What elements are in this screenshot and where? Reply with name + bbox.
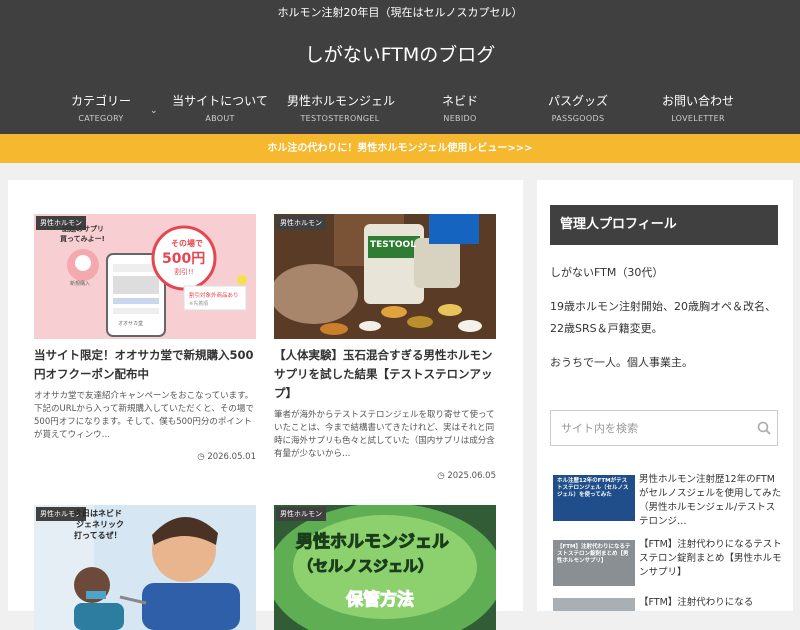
coupon-note: 割引対象外商品あり bbox=[189, 293, 239, 299]
profile-widget-title: 管理人プロフィール bbox=[550, 205, 778, 245]
post-date: ◷ 2026.05.01 bbox=[197, 452, 256, 462]
site-tagline: ホルモン注射20年目（現在はセルノスカプセル） bbox=[277, 6, 523, 19]
post-card[interactable]: 男性ホルモン 男性ホルモンジェル （セルノスジェル） 保管方法 bbox=[274, 505, 496, 630]
nav-label: 男性ホルモンジェル bbox=[287, 94, 396, 108]
recent-post-thumb: ホル注歴12年のFTMがテストステロンジェル（セルノスジェル）を使ってみた bbox=[553, 475, 635, 521]
profile-text: しがないFTM（30代） 19歳ホルモン注射開始、20歳胸オペ＆改名、22歳SR… bbox=[550, 262, 782, 386]
phone-caption: オオサカ堂 bbox=[118, 321, 144, 327]
site-header: ホルモン注射20年目（現在はセルノスカプセル） しがないFTMのブログ カテゴリ… bbox=[0, 0, 800, 134]
post-card[interactable]: TESTOOL 男性ホルモン 【人体実験】玉石混合すぎる男性ホルモンサプリを試し… bbox=[274, 214, 496, 481]
search-box[interactable] bbox=[550, 410, 778, 446]
coupon-text: 割引!! bbox=[174, 268, 194, 276]
thumb-caption: ホル注歴12年のFTMがテストステロンジェル（セルノスジェル）を使ってみた bbox=[557, 478, 629, 498]
nav-label: 当サイトについて bbox=[172, 94, 268, 108]
speech-text: 打ってるぜ！ bbox=[74, 531, 122, 540]
coupon-note: ※先着順 bbox=[189, 301, 209, 307]
thumb-caption: 【FTM】注射代わりになるテストステロン錠剤まとめ【男性ホルモンサプリ】 bbox=[557, 544, 631, 564]
post-card[interactable]: 男性ホルモン 今日はネビド ジェネリック 打ってるぜ！ bbox=[34, 505, 256, 630]
recent-post-item[interactable]: 【FTM】注射代わりになるテストステロン錠剤まとめ【男性ホルモンサプリ】 【FT… bbox=[550, 538, 782, 588]
recent-post-title[interactable]: 【FTM】注射代わりになるテストステロン錠剤まとめ【男性ホルモンサプリ】 bbox=[639, 538, 782, 580]
recent-post-thumb bbox=[553, 598, 635, 611]
nav-item-testosterone-gel[interactable]: 男性ホルモンジェル TESTOSTERONGEL bbox=[287, 92, 396, 123]
thumb-heading: （セルノスジェル） bbox=[297, 557, 434, 576]
post-thumbnail[interactable]: 男性ホルモン 男性ホルモンジェル （セルノスジェル） 保管方法 bbox=[274, 505, 496, 630]
speech-text: ジェネリック bbox=[76, 520, 124, 529]
nav-label: お問い合わせ bbox=[661, 94, 734, 108]
nav-item-category[interactable]: カテゴリー CATEGORY bbox=[70, 92, 132, 123]
nav-label: パスグッズ bbox=[547, 94, 608, 108]
avatar-caption: 新規購入 bbox=[70, 281, 91, 287]
chevron-down-icon[interactable]: ⌄ bbox=[150, 106, 158, 116]
nav-label: カテゴリー bbox=[70, 94, 131, 108]
nav-sublabel: PASSGOODS bbox=[551, 114, 605, 123]
recent-post-item[interactable]: 【FTM】注射代わりになる bbox=[550, 596, 782, 611]
nav-sublabel: NEBIDO bbox=[443, 114, 477, 123]
nav-item-passgoods[interactable]: パスグッズ PASSGOODS bbox=[545, 92, 611, 123]
bubble-text: 買ってみよー! bbox=[60, 235, 105, 243]
nav-sublabel: LOVELETTER bbox=[671, 114, 725, 123]
clock-icon: ◷ bbox=[197, 452, 205, 462]
jar-label: TESTOOL bbox=[370, 240, 416, 250]
post-list: 男性ホルモン 話題のサプリ 買ってみよー! 新規購入 その場で 500円 割引!… bbox=[8, 180, 523, 630]
post-thumbnail[interactable]: TESTOOL 男性ホルモン bbox=[274, 214, 496, 339]
injection-illustration bbox=[34, 505, 256, 630]
nav-label: ネビド bbox=[441, 94, 478, 108]
post-title[interactable]: 当サイト限定！オオサカ堂で新規購入500円オフクーポン配布中 bbox=[34, 346, 256, 384]
recent-post-thumb: 【FTM】注射代わりになるテストステロン錠剤まとめ【男性ホルモンサプリ】 bbox=[553, 540, 635, 586]
post-excerpt: オオサカ堂で友達紹介キャンペーンをおこなっています。下記のURLから入って新規購… bbox=[34, 391, 254, 440]
post-thumbnail[interactable]: 男性ホルモン 今日はネビド ジェネリック 打ってるぜ！ bbox=[34, 505, 256, 630]
post-thumbnail[interactable]: 男性ホルモン 話題のサプリ 買ってみよー! 新規購入 その場で 500円 割引!… bbox=[34, 214, 256, 339]
post-excerpt: 筆者が海外からテストステロンジェルを取り寄せて使っていたことは、今まで結構書いて… bbox=[274, 410, 495, 459]
nav-item-contact[interactable]: お問い合わせ LOVELETTER bbox=[660, 92, 736, 123]
bubble-text: 話題のサプリ bbox=[62, 225, 104, 233]
nav-item-nebido[interactable]: ネビド NEBIDO bbox=[436, 92, 484, 123]
global-nav: カテゴリー CATEGORY ⌄ 当サイトについて ABOUT 男性ホルモンジェ… bbox=[0, 92, 800, 134]
recent-post-title[interactable]: 男性ホルモン注射歴12年のFTMがセルノスジェルを使用してみた（男性ホルモンジェ… bbox=[639, 473, 782, 529]
recent-post-title[interactable]: 【FTM】注射代わりになる bbox=[639, 596, 782, 610]
category-tag: 男性ホルモン bbox=[276, 507, 326, 521]
profile-line: しがないFTM（30代） bbox=[550, 266, 664, 279]
clock-icon: ◷ bbox=[437, 471, 445, 481]
thumb-heading: 男性ホルモンジェル bbox=[296, 532, 450, 553]
search-icon[interactable] bbox=[757, 421, 771, 435]
sidebar: 管理人プロフィール しがないFTM（30代） 19歳ホルモン注射開始、20歳胸オ… bbox=[537, 180, 793, 611]
promo-banner[interactable]: ホル注の代わりに！男性ホルモンジェル使用レビュー>>> bbox=[0, 134, 800, 163]
site-title[interactable]: しがないFTMのブログ bbox=[0, 40, 800, 70]
nav-sublabel: ABOUT bbox=[205, 114, 235, 123]
nav-sublabel: CATEGORY bbox=[78, 114, 124, 123]
post-card[interactable]: 男性ホルモン 話題のサプリ 買ってみよー! 新規購入 その場で 500円 割引!… bbox=[34, 214, 256, 462]
recent-post-item[interactable]: ホル注歴12年のFTMがテストステロンジェル（セルノスジェル）を使ってみた 男性… bbox=[550, 473, 782, 527]
profile-line: 19歳ホルモン注射開始、20歳胸オペ＆改名、22歳SRS＆戸籍変更。 bbox=[550, 300, 776, 335]
coupon-amount: 500円 bbox=[162, 251, 206, 267]
nav-sublabel: TESTOSTERONGEL bbox=[300, 114, 380, 123]
supplements-illustration bbox=[274, 214, 496, 339]
nav-item-about[interactable]: 当サイトについて ABOUT bbox=[172, 92, 268, 123]
post-date: ◷ 2025.06.05 bbox=[437, 471, 496, 481]
speech-text: 今日はネビド bbox=[74, 509, 122, 518]
profile-line: おうちで一人。個人事業主。 bbox=[550, 356, 693, 369]
post-title[interactable]: 【人体実験】玉石混合すぎる男性ホルモンサプリを試した結果【テストステロンアップ】 bbox=[274, 346, 496, 403]
search-input[interactable] bbox=[551, 411, 747, 445]
thumb-heading: 保管方法 bbox=[346, 590, 415, 611]
category-tag: 男性ホルモン bbox=[276, 216, 326, 230]
